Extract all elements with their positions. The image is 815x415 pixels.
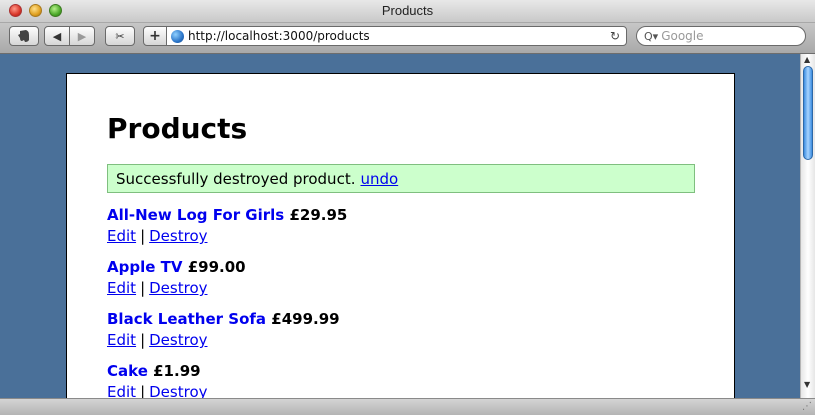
product-price: £1.99 [153,362,201,380]
separator: | [140,331,146,349]
page-container: Products Successfully destroyed product.… [66,73,735,398]
status-bar: ⋰ [0,398,815,415]
product-item: Cake £1.99 Edit | Destroy [107,361,347,398]
url-text[interactable]: http://localhost:3000/products [188,29,610,43]
reload-icon[interactable]: ↻ [610,29,620,43]
page-viewport: Products Successfully destroyed product.… [0,54,800,398]
evernote-button[interactable] [9,26,39,46]
scroll-up-arrow-icon[interactable]: ▲ [804,55,810,64]
undo-link[interactable]: undo [360,170,398,188]
product-name-link[interactable]: All-New Log For Girls [107,206,284,224]
snippet-button[interactable]: ✂ [105,26,135,46]
notice-text: Successfully destroyed product. [116,169,356,188]
destroy-link[interactable]: Destroy [149,227,207,245]
product-price: £499.99 [271,310,340,328]
product-price: £29.95 [289,206,348,224]
product-name-link[interactable]: Cake [107,362,148,380]
destroy-link[interactable]: Destroy [149,331,207,349]
forward-arrow-icon: ▶ [77,29,87,43]
product-item: Black Leather Sofa £499.99 Edit | Destroy [107,309,347,361]
flash-notice: Successfully destroyed product. undo [107,164,695,193]
edit-link[interactable]: Edit [107,383,136,398]
magnifier-icon[interactable]: Q▾ [644,30,658,43]
product-list: All-New Log For Girls £29.95 Edit | Destro… [107,205,347,398]
product-price: £99.00 [187,258,246,276]
destroy-link[interactable]: Destroy [149,383,207,398]
product-item: Apple TV £99.00 Edit | Destroy [107,257,347,309]
edit-link[interactable]: Edit [107,279,136,297]
search-placeholder: Google [661,29,704,43]
product-item: All-New Log For Girls £29.95 Edit | Destro… [107,205,347,257]
separator: | [140,279,146,297]
separator: | [140,383,146,398]
vertical-scrollbar[interactable]: ▲ ▼ [800,54,815,398]
add-bookmark-button[interactable]: + [143,26,167,46]
product-name-link[interactable]: Apple TV [107,258,182,276]
resize-grip-icon[interactable]: ⋰ [802,401,812,412]
scrollbar-thumb[interactable] [803,66,813,160]
search-field[interactable]: Q▾ Google [636,26,806,46]
back-button[interactable]: ◀ [44,26,70,46]
edit-link[interactable]: Edit [107,331,136,349]
scissors-icon: ✂ [115,29,125,43]
scroll-down-arrow-icon[interactable]: ▼ [804,380,810,389]
product-name-link[interactable]: Black Leather Sofa [107,310,266,328]
browser-toolbar: ◀ ▶ ✂ + http://localhost:3000/products ↻… [0,23,815,54]
evernote-elephant-icon [18,30,29,42]
window-title: Products [381,3,434,18]
page-title: Products [107,112,248,145]
edit-link[interactable]: Edit [107,227,136,245]
forward-button[interactable]: ▶ [69,26,95,46]
plus-icon: + [149,28,161,44]
destroy-link[interactable]: Destroy [149,279,207,297]
separator: | [140,227,146,245]
globe-icon [171,29,184,43]
address-bar[interactable]: http://localhost:3000/products ↻ [166,26,627,46]
title-bar: Products [0,0,815,23]
back-arrow-icon: ◀ [52,29,62,43]
